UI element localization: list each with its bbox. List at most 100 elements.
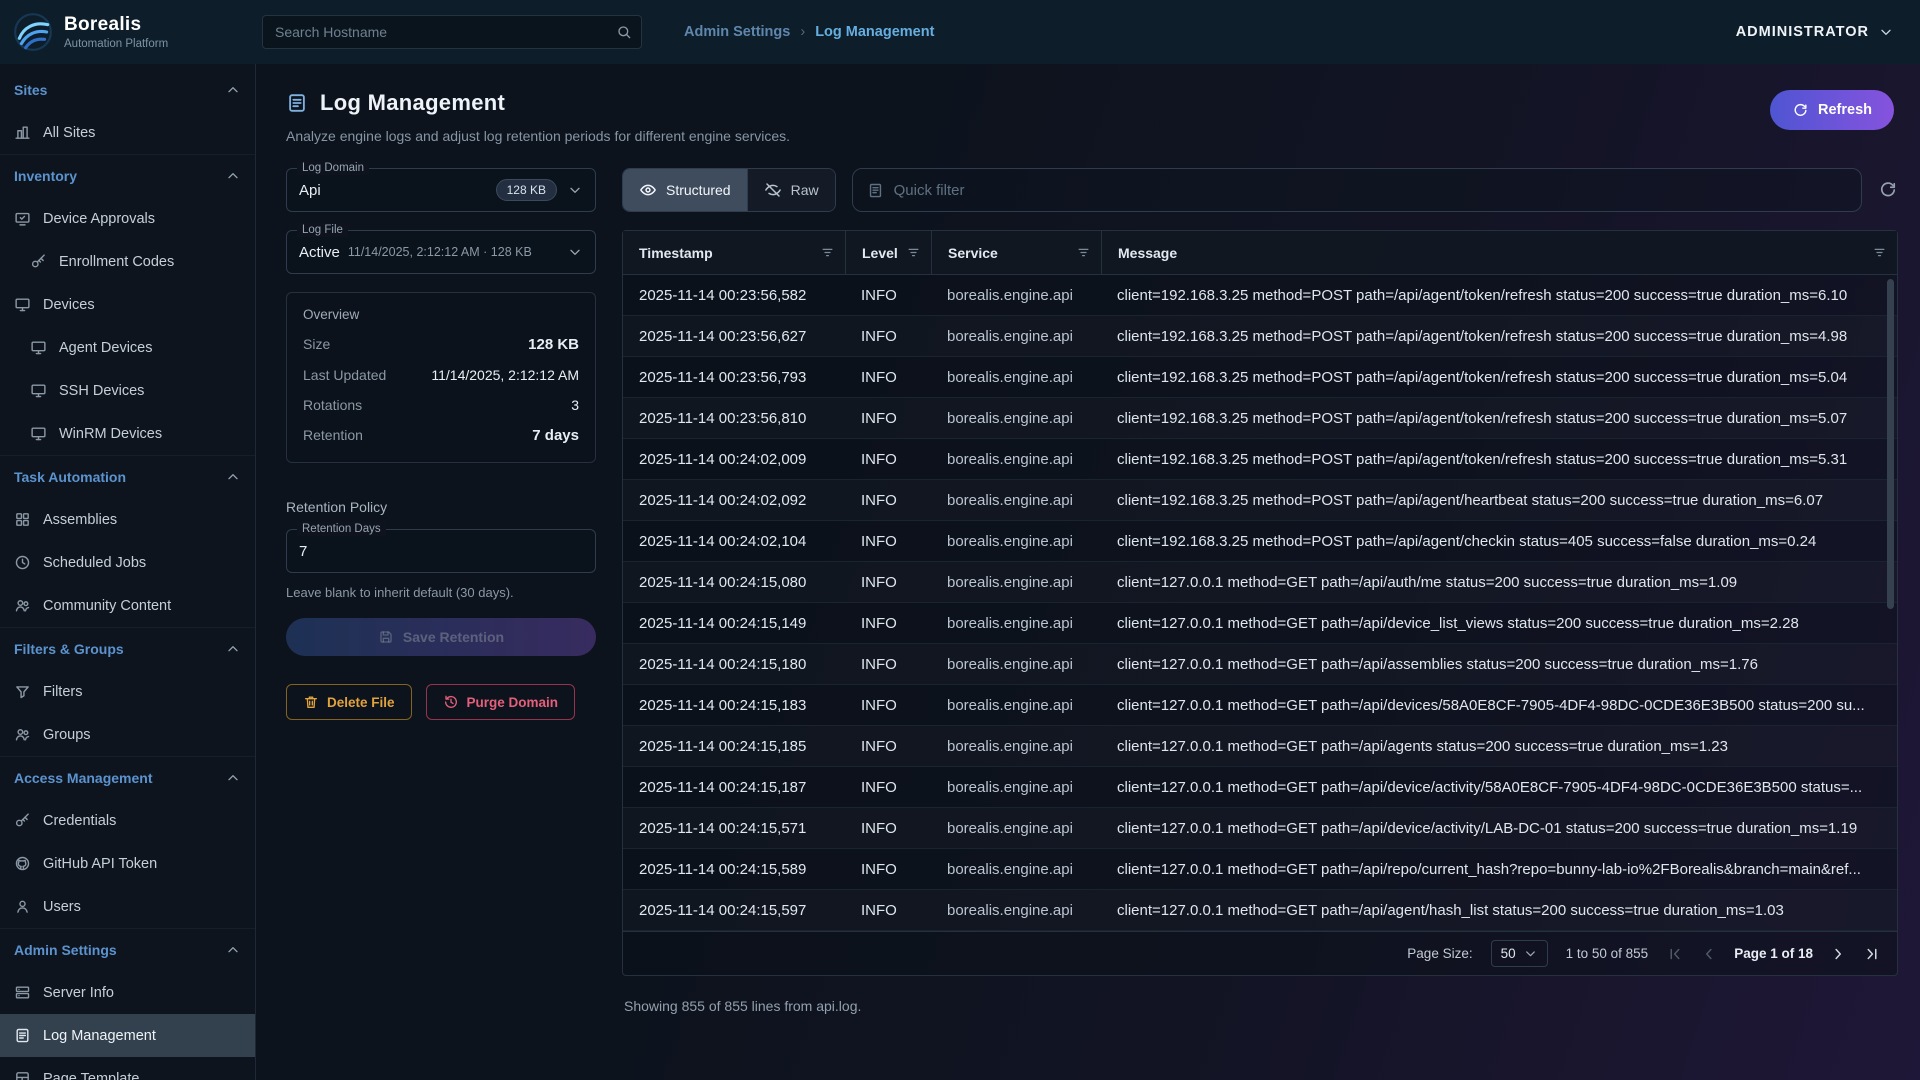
log-timestamp: 2025-11-14 00:24:15,080 — [623, 574, 845, 591]
column-filter-icon[interactable] — [1076, 245, 1091, 260]
log-row[interactable]: 2025-11-14 00:23:56,793INFOborealis.engi… — [623, 357, 1897, 398]
log-file-select[interactable]: Log File Active 11/14/2025, 2:12:12 AM ·… — [286, 230, 596, 274]
log-row[interactable]: 2025-11-14 00:23:56,810INFOborealis.engi… — [623, 398, 1897, 439]
chevron-up-icon — [225, 641, 241, 657]
log-timestamp: 2025-11-14 00:24:15,187 — [623, 779, 845, 796]
first-page-button[interactable] — [1666, 945, 1684, 963]
people-icon — [14, 597, 31, 614]
sidebar-item-page-template[interactable]: Page Template — [0, 1057, 255, 1080]
sidebar-item-ssh-devices[interactable]: SSH Devices — [0, 369, 255, 412]
breadcrumb-parent[interactable]: Admin Settings — [684, 24, 790, 40]
user-menu[interactable]: ADMINISTRATOR — [1736, 24, 1894, 40]
breadcrumb-current[interactable]: Log Management — [815, 24, 934, 40]
sidebar-item-label: Log Management — [43, 1028, 156, 1044]
sidebar-item-credentials[interactable]: Credentials — [0, 799, 255, 842]
footer-note: Showing 855 of 855 lines from api.log. — [624, 998, 1898, 1014]
sidebar-item-all-sites[interactable]: All Sites — [0, 111, 255, 154]
log-message: client=127.0.0.1 method=GET path=/api/de… — [1101, 615, 1897, 632]
raw-toggle[interactable]: Raw — [747, 169, 835, 211]
log-level: INFO — [845, 697, 931, 714]
log-domain-select[interactable]: Log Domain Api 128 KB — [286, 168, 596, 212]
quick-filter-input[interactable] — [894, 182, 1847, 199]
next-page-button[interactable] — [1829, 945, 1847, 963]
search-input[interactable] — [262, 15, 642, 49]
log-row[interactable]: 2025-11-14 00:24:15,180INFOborealis.engi… — [623, 644, 1897, 685]
column-header-timestamp[interactable]: Timestamp — [623, 231, 845, 274]
sidebar-item-devices[interactable]: Devices — [0, 283, 255, 326]
log-row[interactable]: 2025-11-14 00:24:15,080INFOborealis.engi… — [623, 562, 1897, 603]
sidebar-item-label: Enrollment Codes — [59, 254, 174, 270]
sidebar-section-task-automation[interactable]: Task Automation — [0, 455, 255, 498]
table-scrollbar[interactable] — [1887, 279, 1894, 609]
sidebar-item-log-management[interactable]: Log Management — [0, 1014, 255, 1057]
sidebar-item-groups[interactable]: Groups — [0, 713, 255, 756]
sidebar-section-admin-settings[interactable]: Admin Settings — [0, 928, 255, 971]
previous-page-button[interactable] — [1700, 945, 1718, 963]
purge-domain-label: Purge Domain — [467, 695, 559, 710]
log-service: borealis.engine.api — [931, 369, 1101, 386]
log-row[interactable]: 2025-11-14 00:23:56,582INFOborealis.engi… — [623, 275, 1897, 316]
sidebar-section-access-management[interactable]: Access Management — [0, 756, 255, 799]
log-row[interactable]: 2025-11-14 00:24:02,092INFOborealis.engi… — [623, 480, 1897, 521]
sidebar-item-winrm-devices[interactable]: WinRM Devices — [0, 412, 255, 455]
sidebar-item-agent-devices[interactable]: Agent Devices — [0, 326, 255, 369]
column-header-level[interactable]: Level — [845, 231, 931, 274]
purge-domain-button[interactable]: Purge Domain — [426, 684, 576, 720]
structured-toggle[interactable]: Structured — [623, 169, 747, 211]
log-level: INFO — [845, 656, 931, 673]
save-retention-label: Save Retention — [403, 629, 504, 645]
delete-file-label: Delete File — [327, 695, 395, 710]
retention-days-input[interactable] — [299, 530, 583, 572]
log-table: TimestampLevelServiceMessage 2025-11-14 … — [622, 230, 1898, 976]
log-row[interactable]: 2025-11-14 00:24:15,589INFOborealis.engi… — [623, 849, 1897, 890]
log-row[interactable]: 2025-11-14 00:24:15,187INFOborealis.engi… — [623, 767, 1897, 808]
sidebar-item-users[interactable]: Users — [0, 885, 255, 928]
sidebar-section-sites[interactable]: Sites — [0, 68, 255, 111]
column-header-message[interactable]: Message — [1101, 231, 1897, 274]
log-row[interactable]: 2025-11-14 00:23:56,627INFOborealis.engi… — [623, 316, 1897, 357]
log-row[interactable]: 2025-11-14 00:24:15,597INFOborealis.engi… — [623, 890, 1897, 931]
page-size-select[interactable]: 50 — [1491, 940, 1548, 967]
sidebar-item-filters[interactable]: Filters — [0, 670, 255, 713]
log-timestamp: 2025-11-14 00:24:15,571 — [623, 820, 845, 837]
log-domain-label: Log Domain — [297, 161, 369, 175]
overview-rows: Size128 KBLast Updated11/14/2025, 2:12:1… — [303, 336, 579, 444]
log-row[interactable]: 2025-11-14 00:24:15,183INFOborealis.engi… — [623, 685, 1897, 726]
delete-file-button[interactable]: Delete File — [286, 684, 412, 720]
sidebar-item-label: SSH Devices — [59, 383, 144, 399]
sidebar-item-device-approvals[interactable]: Device Approvals — [0, 197, 255, 240]
sidebar-section-inventory[interactable]: Inventory — [0, 154, 255, 197]
overview-card: Overview Size128 KBLast Updated11/14/202… — [286, 292, 596, 463]
log-timestamp: 2025-11-14 00:24:15,183 — [623, 697, 845, 714]
retention-days-field: Retention Days — [286, 529, 596, 573]
sidebar-item-scheduled-jobs[interactable]: Scheduled Jobs — [0, 541, 255, 584]
log-row[interactable]: 2025-11-14 00:24:15,571INFOborealis.engi… — [623, 808, 1897, 849]
log-level: INFO — [845, 902, 931, 919]
topbar: Borealis Automation Platform Admin Setti… — [0, 0, 1920, 64]
log-level: INFO — [845, 574, 931, 591]
sidebar-item-server-info[interactable]: Server Info — [0, 971, 255, 1014]
sidebar-item-github-api-token[interactable]: GitHub API Token — [0, 842, 255, 885]
refresh-button[interactable]: Refresh — [1770, 90, 1894, 130]
sidebar-section-filters-groups[interactable]: Filters & Groups — [0, 627, 255, 670]
sidebar-item-enrollment-codes[interactable]: Enrollment Codes — [0, 240, 255, 283]
log-row[interactable]: 2025-11-14 00:24:02,009INFOborealis.engi… — [623, 439, 1897, 480]
last-page-button[interactable] — [1863, 945, 1881, 963]
eye-off-icon — [764, 181, 782, 199]
column-filter-icon[interactable] — [1872, 245, 1887, 260]
log-timestamp: 2025-11-14 00:24:15,149 — [623, 615, 845, 632]
column-filter-icon[interactable] — [906, 245, 921, 260]
save-retention-button[interactable]: Save Retention — [286, 618, 596, 656]
log-service: borealis.engine.api — [931, 697, 1101, 714]
section-label: Access Management — [14, 770, 153, 786]
log-row[interactable]: 2025-11-14 00:24:02,104INFOborealis.engi… — [623, 521, 1897, 562]
log-row[interactable]: 2025-11-14 00:24:15,149INFOborealis.engi… — [623, 603, 1897, 644]
person-icon — [14, 898, 31, 915]
log-row[interactable]: 2025-11-14 00:24:15,185INFOborealis.engi… — [623, 726, 1897, 767]
column-header-service[interactable]: Service — [931, 231, 1101, 274]
sidebar-item-community-content[interactable]: Community Content — [0, 584, 255, 627]
log-message: client=127.0.0.1 method=GET path=/api/ag… — [1101, 902, 1897, 919]
sidebar-item-assemblies[interactable]: Assemblies — [0, 498, 255, 541]
column-filter-icon[interactable] — [820, 245, 835, 260]
table-refresh-button[interactable] — [1878, 180, 1898, 200]
